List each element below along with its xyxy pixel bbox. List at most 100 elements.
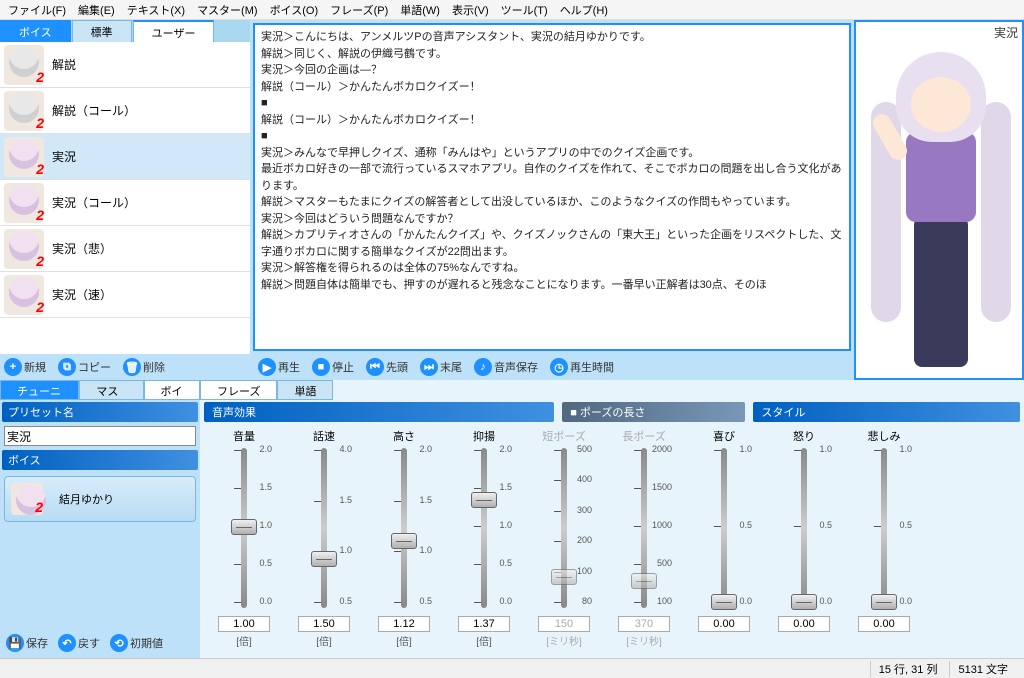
slider-track[interactable]: 4.01.51.00.5 [296, 444, 352, 612]
voice-list: 2解説2解説（コール）2実況2実況（コール）2実況（悲）2実況（速） [0, 42, 250, 354]
avatar: 2 [4, 137, 44, 177]
slider-thumb[interactable] [311, 551, 337, 567]
slider-thumb[interactable] [871, 594, 897, 610]
section-audio-effect: 音声効果 [204, 402, 554, 422]
slider-value-input[interactable] [298, 616, 350, 632]
stop-button[interactable]: ■停止 [312, 358, 354, 376]
tail-button[interactable]: ⏭末尾 [420, 358, 462, 376]
parameters-panel: フレーズ 単語 音声効果 ■ ポーズの長さ スタイル 音量 2.01.51.00.… [200, 380, 1024, 658]
undo-button[interactable]: ↶戻す [58, 634, 100, 652]
menu-help[interactable]: ヘルプ(H) [556, 0, 612, 20]
slider-track[interactable]: 50040030020010080 [536, 444, 592, 612]
script-textarea[interactable]: 実況＞こんにちは、アンメルツPの音声アシスタント、実況の結月ゆかりです。解説＞同… [253, 23, 851, 351]
copy-button[interactable]: ⧉コピー [58, 358, 111, 376]
slider-value-input[interactable] [538, 616, 590, 632]
slider-thumb[interactable] [391, 533, 417, 549]
character-panel: 実況 [854, 20, 1024, 380]
slider-label: 音量 [233, 428, 255, 442]
menu-text[interactable]: テキスト(X) [123, 0, 189, 20]
play-icon: ▶ [258, 358, 276, 376]
script-line: 解説＞カプリティオさんの「かんたんクイズ」や、クイズノックさんの「東大王」といっ… [261, 227, 843, 260]
script-line: ■ [261, 128, 843, 145]
character-image [856, 22, 1022, 378]
slider-音量: 音量2.01.51.00.50.0[倍] [208, 428, 280, 654]
slider-unit: [ミリ秒] [546, 633, 582, 648]
slider-value-input[interactable] [458, 616, 510, 632]
menu-edit[interactable]: 編集(E) [74, 0, 119, 20]
slider-track[interactable]: 200015001000500100 [616, 444, 672, 612]
voice-item[interactable]: 2解説（コール） [0, 88, 250, 134]
tab-voice-tuning[interactable]: ボイス [144, 380, 200, 400]
head-button[interactable]: ⏮先頭 [366, 358, 408, 376]
slider-thumb[interactable] [711, 594, 737, 610]
save-preset-button[interactable]: 💾保存 [6, 634, 48, 652]
voice-item[interactable]: 2 解説 [0, 42, 250, 88]
slider-thumb[interactable] [791, 594, 817, 610]
slider-value-input[interactable] [378, 616, 430, 632]
tab-phrase[interactable]: フレーズ [200, 380, 277, 400]
slider-value-input[interactable] [778, 616, 830, 632]
menubar: ファイル(F) 編集(E) テキスト(X) マスター(M) ボイス(O) フレー… [0, 0, 1024, 20]
menu-master[interactable]: マスター(M) [193, 0, 262, 20]
slider-unit: [ミリ秒] [626, 633, 662, 648]
menu-file[interactable]: ファイル(F) [4, 0, 70, 20]
voice-item[interactable]: 2実況（コール） [0, 180, 250, 226]
tab-word[interactable]: 単語 [277, 380, 333, 400]
slider-thumb[interactable] [551, 569, 577, 585]
tab-master[interactable]: マスター [79, 380, 143, 400]
voice-item-label: 解説 [52, 56, 76, 73]
slider-track[interactable]: 1.00.50.0 [856, 444, 912, 612]
script-line: 解説（コール）＞かんたんボカロクイズー！ [261, 79, 843, 96]
save-audio-button[interactable]: ♪音声保存 [474, 358, 538, 376]
skip-back-icon: ⏮ [366, 358, 384, 376]
script-line: 解説＞同じく、解説の伊織弓鶴です。 [261, 46, 843, 63]
voice-selector[interactable]: 2 結月ゆかり [4, 476, 196, 522]
voice-item-label: 実況（速） [52, 286, 112, 303]
voice-item[interactable]: 2実況（悲） [0, 226, 250, 272]
slider-value-input[interactable] [698, 616, 750, 632]
slider-track[interactable]: 2.01.51.00.5 [376, 444, 432, 612]
slider-thumb[interactable] [631, 573, 657, 589]
menu-view[interactable]: 表示(V) [448, 0, 493, 20]
voice-header: ボイス [2, 450, 198, 470]
slider-track[interactable]: 1.00.50.0 [776, 444, 832, 612]
preset-name-input[interactable] [4, 426, 196, 446]
voice-item[interactable]: 2 実況（速） [0, 272, 250, 318]
script-line: 解説＞問題自体は簡単でも、押すのが遅れると残念なことになります。一番早い正解者は… [261, 277, 843, 294]
slider-value-input[interactable] [858, 616, 910, 632]
section-pause-length: ■ ポーズの長さ [562, 402, 745, 422]
slider-track[interactable]: 2.01.51.00.50.0 [216, 444, 272, 612]
section-style: スタイル [753, 402, 1020, 422]
script-line: 解説＞マスターもたまにクイズの解答者として出没しているほか、このようなクイズの作… [261, 194, 843, 211]
play-time-button[interactable]: ◷再生時間 [550, 358, 614, 376]
voice-selector-label: 結月ゆかり [59, 491, 114, 507]
slider-track[interactable]: 2.01.51.00.50.0 [456, 444, 512, 612]
tab-standard[interactable]: 標準 [72, 20, 132, 42]
tab-user[interactable]: ユーザー [133, 20, 215, 42]
slider-value-input[interactable] [218, 616, 270, 632]
voice-item[interactable]: 2実況 [0, 134, 250, 180]
voice-item-label: 解説（コール） [52, 102, 136, 119]
avatar: 2 [4, 275, 44, 315]
tab-tuning[interactable]: チューニング [0, 380, 79, 400]
menu-voice[interactable]: ボイス(O) [266, 0, 323, 20]
slider-label: 長ポーズ [622, 428, 665, 442]
slider-喜び: 喜び1.00.50.0 [688, 428, 760, 654]
menu-phrase[interactable]: フレーズ(P) [326, 0, 392, 20]
slider-thumb[interactable] [231, 519, 257, 535]
menu-tool[interactable]: ツール(T) [497, 0, 552, 20]
wav-icon: ♪ [474, 358, 492, 376]
script-line: 実況＞今回はどういう問題なんですか？ [261, 211, 843, 228]
slider-label: 高さ [393, 428, 415, 442]
play-button[interactable]: ▶再生 [258, 358, 300, 376]
slider-thumb[interactable] [471, 492, 497, 508]
slider-話速: 話速4.01.51.00.5[倍] [288, 428, 360, 654]
tab-voice[interactable]: ボイス [0, 20, 71, 42]
slider-value-input[interactable] [618, 616, 670, 632]
avatar: 2 [4, 45, 44, 85]
menu-word[interactable]: 単語(W) [396, 0, 444, 20]
slider-track[interactable]: 1.00.50.0 [696, 444, 752, 612]
reset-button[interactable]: ⟲初期値 [110, 634, 163, 652]
new-button[interactable]: +新規 [4, 358, 46, 376]
delete-button[interactable]: 🗑削除 [123, 358, 165, 376]
